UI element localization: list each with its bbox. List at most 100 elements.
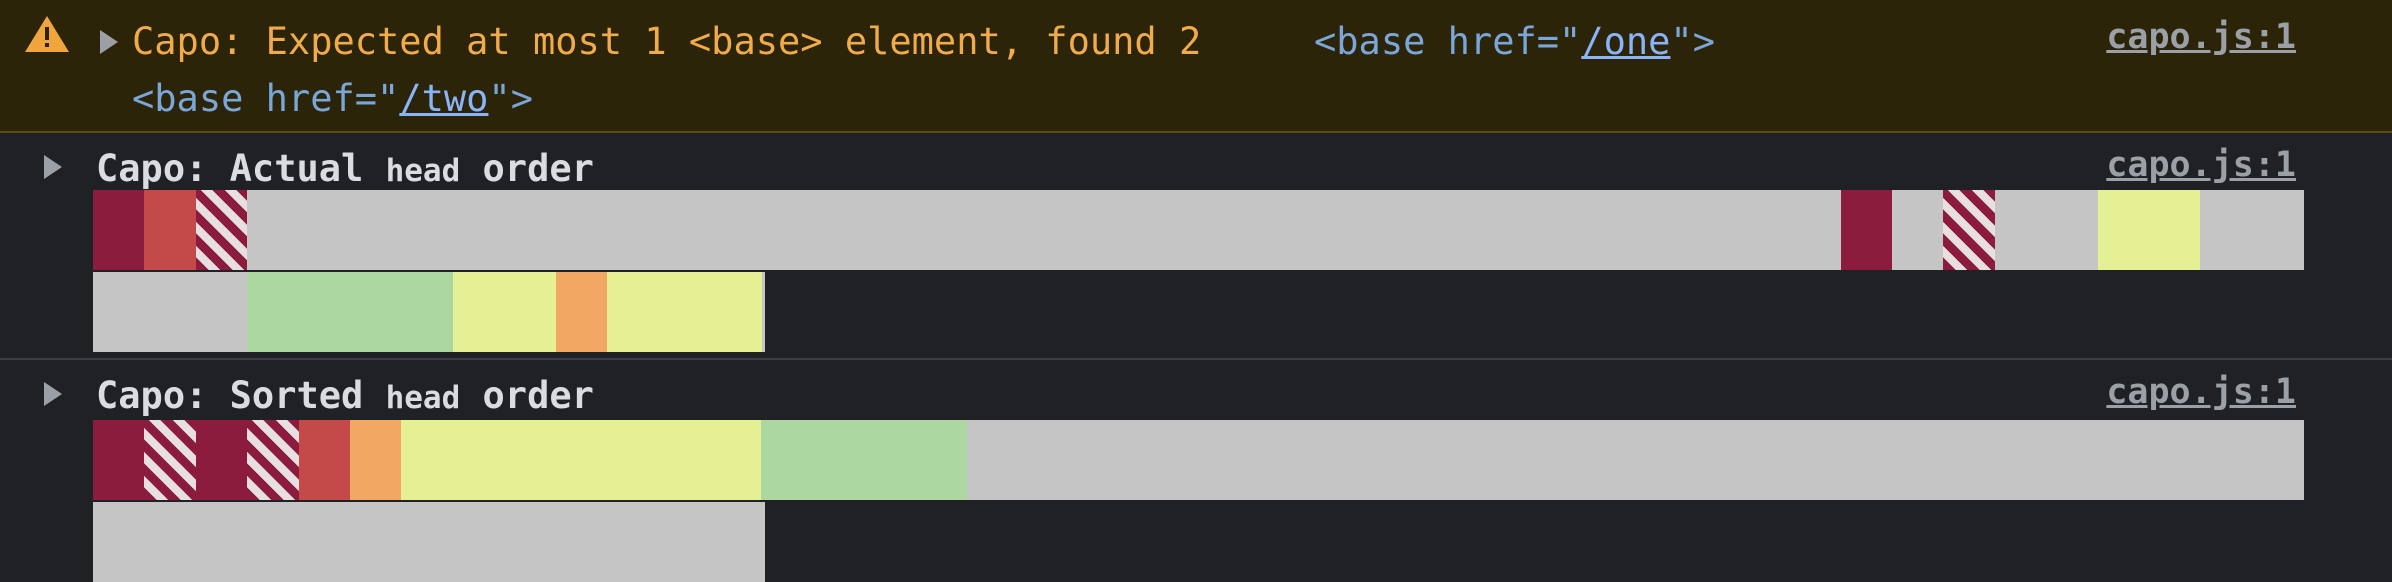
actual-order-bar-line-1 [93,190,2304,270]
sorted-segment-stripe [144,420,196,500]
actual-segment-gray [1738,190,1790,270]
sorted-segment-gray [1738,420,1790,500]
group-title-sorted: Capo: Sorted head order [96,374,594,417]
sorted-segment-gray [504,502,556,582]
actual-segment-gray [967,190,1019,270]
expand-triangle-icon[interactable] [44,155,62,179]
base-element-two[interactable]: <base href="/two"> [132,80,533,117]
actual-segment-gray [1070,190,1122,270]
sorted-segment-gray [350,502,402,582]
actual-segment-gray [1892,190,1944,270]
actual-segment-gray [196,272,248,352]
base-one-href-link[interactable]: /one [1581,20,1670,63]
actual-segment-gray [2046,190,2098,270]
actual-source-link[interactable]: capo.js:1 [2106,145,2296,185]
sorted-segment-stripe [247,420,299,500]
base-two-href-link[interactable]: /two [399,77,488,120]
actual-segment-gray [1429,190,1481,270]
actual-segment-yellow [710,272,762,352]
sorted-segment-gray [2149,420,2201,500]
actual-segment-gray [1635,190,1687,270]
sorted-source-link[interactable]: capo.js:1 [2106,372,2296,412]
sorted-segment-gray [1481,420,1533,500]
sorted-segment-gray [967,420,1019,500]
title-suffix: order [460,147,594,190]
actual-segment-gray [2252,190,2304,270]
sorted-segment-dark [93,420,145,500]
actual-segment-gray [2200,190,2252,270]
sorted-order-bar-line-1 [93,420,2304,500]
actual-segment-green [247,272,299,352]
actual-segment-gray [144,272,196,352]
sorted-order-bar-line-2 [93,502,765,582]
sorted-segment-gray [1121,420,1173,500]
group-title-actual: Capo: Actual head order [96,147,594,190]
warning-text: Capo: Expected at most 1 <base> element,… [132,20,1202,63]
actual-segment-gray [710,190,762,270]
base-one-close: "> [1670,20,1715,63]
sorted-segment-yellow [401,420,453,500]
actual-segment-gray [1018,190,1070,270]
sorted-segment-gray [1327,420,1379,500]
warning-source-link[interactable]: capo.js:1 [2106,17,2296,57]
actual-segment-gray [247,190,299,270]
title-prefix: Capo: Sorted [96,374,386,417]
sorted-segment-gray [1172,420,1224,500]
actual-segment-gray [607,190,659,270]
sorted-segment-gray [1378,420,1430,500]
actual-segment-gray [1275,190,1327,270]
actual-segment-gray [350,190,402,270]
base-one-open: <base href=" [1314,20,1582,63]
sorted-segment-yellow [453,420,505,500]
sorted-segment-gray [247,502,299,582]
sorted-segment-gray [2252,420,2304,500]
actual-segment-gray [299,190,351,270]
actual-segment-gray [1224,190,1276,270]
actual-segment-gray [864,190,916,270]
sorted-segment-gray [2200,420,2252,500]
sorted-segment-gray [1224,420,1276,500]
actual-order-bar-line-2 [93,272,765,352]
warning-message-row[interactable]: Capo: Expected at most 1 <base> element,… [0,0,2392,133]
sorted-segment-gray [1018,420,1070,500]
actual-head-order-group[interactable]: Capo: Actual head order capo.js:1 [0,135,2392,360]
actual-segment-yellow [2149,190,2201,270]
sorted-segment-gray [1275,420,1327,500]
sorted-segment-green [864,420,916,500]
actual-segment-yellow [2098,190,2150,270]
base-element-one[interactable]: <base href="/one"> [1314,23,1715,60]
actual-segment-yellow [607,272,659,352]
actual-segment-green [299,272,351,352]
actual-segment-gray [1789,190,1841,270]
actual-segment-red [144,190,196,270]
actual-segment-gray [813,190,865,270]
sorted-segment-yellow [710,420,762,500]
sorted-segment-gray [401,502,453,582]
actual-segment-stripe [196,190,248,270]
actual-segment-green [350,272,402,352]
expand-triangle-icon[interactable] [44,382,62,406]
actual-segment-gray [1584,190,1636,270]
actual-segment-gray [658,190,710,270]
actual-segment-yellow [453,272,505,352]
sorted-segment-gray [1995,420,2047,500]
sorted-segment-gray [144,502,196,582]
sorted-head-order-group[interactable]: Capo: Sorted head order capo.js:1 [0,362,2392,582]
sorted-segment-yellow [504,420,556,500]
sorted-segment-gray [1635,420,1687,500]
sorted-segment-yellow [607,420,659,500]
sorted-segment-gray [1943,420,1995,500]
sorted-segment-gray [453,502,505,582]
sorted-segment-orange [350,420,402,500]
sorted-segment-gray [2046,420,2098,500]
expand-triangle-icon[interactable] [100,30,118,54]
sorted-segment-red [299,420,351,500]
warning-icon [25,16,69,52]
title-code: head [385,380,461,416]
sorted-segment-gray [556,502,608,582]
sorted-segment-gray [1429,420,1481,500]
sorted-segment-green [915,420,967,500]
actual-segment-gray [1532,190,1584,270]
actual-segment-gray [504,190,556,270]
sorted-segment-gray [1584,420,1636,500]
